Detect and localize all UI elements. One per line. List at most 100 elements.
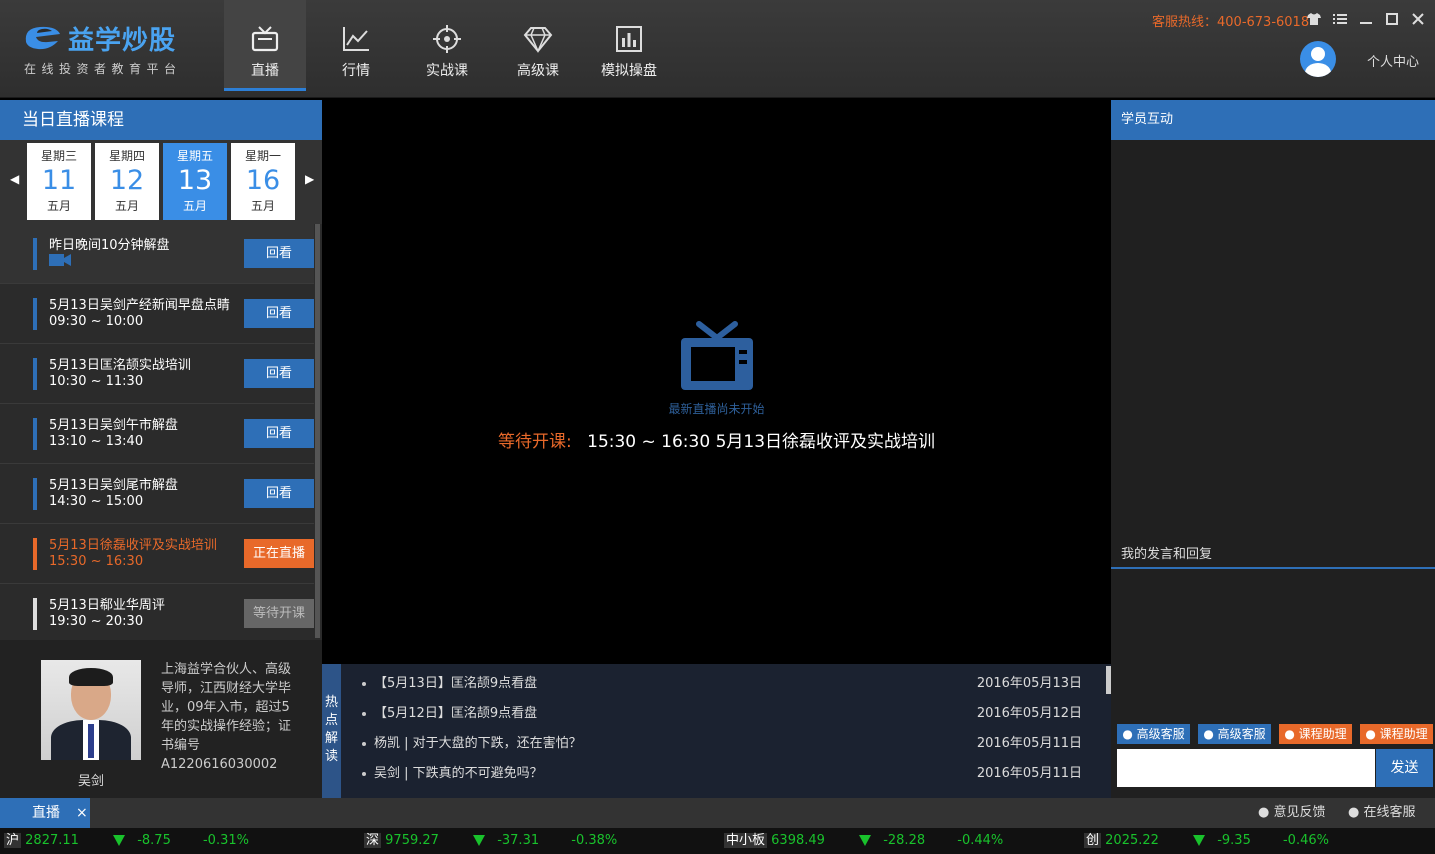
replay-button[interactable]: 回看: [244, 419, 314, 448]
service-button-label: 课程助理: [1379, 727, 1428, 741]
replay-button[interactable]: 回看: [244, 239, 314, 268]
course-item[interactable]: 5月13日吴剑午市解盘 13:10 ~ 13:40 回看: [0, 404, 314, 464]
app-logo[interactable]: 益学炒股 在线投资者教育平台: [22, 20, 202, 80]
hot-topic-item[interactable]: 【5月13日】匡洺颉9点看盘 2016年05月13日: [362, 669, 1102, 699]
minimize-icon[interactable]: [1357, 10, 1375, 28]
video-player[interactable]: 最新直播尚未开始 等待开课: 15:30 ~ 16:30 5月13日徐磊收评及实…: [322, 100, 1111, 664]
course-marker: [33, 298, 37, 330]
nav-practice[interactable]: 实战课: [406, 0, 488, 91]
hot-topics-tab[interactable]: 热点解读: [322, 664, 341, 798]
course-item[interactable]: 5月13日吴剑尾市解盘 14:30 ~ 15:00 回看: [0, 464, 314, 524]
user-center-link[interactable]: 个人中心: [1367, 51, 1419, 70]
nav-live[interactable]: 直播: [224, 0, 306, 91]
date-weekday: 星期五: [176, 149, 213, 163]
interaction-title: 学员互动: [1111, 100, 1435, 140]
down-arrow-icon: [1193, 835, 1206, 846]
date-prev-icon[interactable]: ◀: [10, 172, 19, 186]
online-service-label: 在线客服: [1363, 805, 1416, 820]
interaction-panel: 学员互动 我的发言和回复 ● 高级客服 ● 高级客服 ● 课程助理 ● 课程助理…: [1111, 100, 1435, 798]
replay-button[interactable]: 回看: [244, 359, 314, 388]
date-card[interactable]: 星期一 16 五月: [231, 143, 295, 220]
nav-simulate[interactable]: 模拟操盘: [588, 0, 670, 91]
course-assistant-button[interactable]: ● 课程助理: [1279, 724, 1352, 744]
chat-icon: ●: [1365, 727, 1376, 741]
logo-subtitle: 在线投资者教育平台: [24, 62, 182, 76]
ticker-item[interactable]: 创 2025.22 -9.35 -0.46%: [1084, 828, 1329, 854]
chat-icon: ●: [1203, 727, 1214, 741]
senior-service-button[interactable]: ● 高级客服: [1117, 724, 1190, 744]
hot-topic-title: 吴剑 | 下跌真的不可避免吗？: [374, 766, 543, 781]
course-list: 昨日晚间10分钟解盘 回看 5月13日吴剑产经新闻早盘点睛 09:30 ~ 10…: [0, 224, 322, 644]
course-time: 10:30 ~ 11:30: [49, 374, 144, 389]
hot-topic-item[interactable]: 【5月12日】匡洺颉9点看盘 2016年05月12日: [362, 699, 1102, 729]
hot-topic-item[interactable]: 吴剑 | 下跌真的不可避免吗？ 2016年05月11日: [362, 759, 1102, 789]
course-item-live[interactable]: 5月13日徐磊收评及实战培训 15:30 ~ 16:30 正在直播: [0, 524, 314, 584]
feedback-link[interactable]: ● 意见反馈: [1258, 798, 1326, 828]
course-item[interactable]: 昨日晚间10分钟解盘 回看: [0, 224, 314, 284]
ticker-item[interactable]: 沪 2827.11 -8.75 -0.31%: [4, 828, 249, 854]
course-title: 5月13日匡洺颉实战培训: [49, 358, 191, 373]
course-title: 5月13日郗业华周评: [49, 598, 165, 613]
date-day: 13: [177, 165, 213, 196]
course-panel: 当日直播课程 ◀ 星期三 11 五月 星期四 12 五月 星期五 13 五月 星…: [0, 100, 322, 798]
service-button-label: 高级客服: [1136, 727, 1185, 741]
crosshair-icon: [433, 25, 461, 53]
hot-topic-item[interactable]: 杨凯 | 对于大盘的下跌，还在害怕？ 2016年05月11日: [362, 729, 1102, 759]
senior-service-button[interactable]: ● 高级客服: [1198, 724, 1271, 744]
send-button[interactable]: 发送: [1376, 749, 1433, 787]
ticker-item[interactable]: 中小板 6398.49 -28.28 -0.44%: [724, 828, 1003, 854]
maximize-icon[interactable]: [1383, 10, 1401, 28]
course-time: 13:10 ~ 13:40: [49, 434, 144, 449]
my-replies-header[interactable]: 我的发言和回复: [1111, 543, 1435, 569]
nav-market[interactable]: 行情: [315, 0, 397, 91]
close-icon[interactable]: [1409, 10, 1427, 28]
nav-advanced[interactable]: 高级课: [497, 0, 579, 91]
index-value: 6398.49: [771, 833, 825, 848]
date-day: 16: [245, 165, 281, 196]
main-nav: 直播 行情 实战课 高级课 模拟操盘: [224, 0, 679, 91]
replay-button[interactable]: 回看: [244, 479, 314, 508]
course-item[interactable]: 5月13日吴剑产经新闻早盘点睛 09:30 ~ 10:00 回看: [0, 284, 314, 344]
service-hotline: 客服热线：400-673-6018: [1152, 15, 1310, 30]
course-title: 5月13日吴剑尾市解盘: [49, 478, 178, 493]
date-card-active[interactable]: 星期五 13 五月: [163, 143, 227, 220]
feedback-label: 意见反馈: [1273, 805, 1326, 820]
chat-input[interactable]: [1117, 749, 1375, 787]
index-name: 创: [1084, 833, 1102, 848]
course-title: 5月13日徐磊收评及实战培训: [49, 538, 217, 553]
skin-icon[interactable]: [1305, 10, 1323, 28]
course-time: 14:30 ~ 15:00: [49, 494, 144, 509]
index-value: 9759.27: [385, 833, 439, 848]
index-value: 2025.22: [1105, 833, 1159, 848]
date-next-icon[interactable]: ▶: [305, 172, 314, 186]
tab-close-icon[interactable]: ×: [76, 798, 88, 828]
service-button-label: 课程助理: [1298, 727, 1347, 741]
date-card[interactable]: 星期三 11 五月: [27, 143, 91, 220]
nav-market-label: 行情: [342, 63, 370, 79]
course-assistant-button[interactable]: ● 课程助理: [1360, 724, 1433, 744]
waiting-button[interactable]: 等待开课: [244, 599, 314, 628]
online-service-link[interactable]: ● 在线客服: [1348, 798, 1416, 828]
index-change-pct: -0.31%: [202, 833, 249, 848]
course-time: 09:30 ~ 10:00: [49, 314, 144, 329]
user-avatar[interactable]: [1300, 41, 1336, 77]
date-weekday: 星期三: [40, 149, 77, 163]
course-item-upcoming[interactable]: 5月13日郗业华周评 19:30 ~ 20:30 等待开课: [0, 584, 314, 644]
date-month: 五月: [182, 199, 207, 213]
ticker-item[interactable]: 深 9759.27 -37.31 -0.38%: [364, 828, 617, 854]
teacher-name: 吴剑: [77, 774, 104, 789]
course-title: 5月13日吴剑午市解盘: [49, 418, 178, 433]
menu-icon[interactable]: [1331, 10, 1349, 28]
index-value: 2827.11: [25, 833, 79, 848]
index-name: 中小板: [724, 833, 768, 848]
tv-placeholder-icon: [681, 321, 753, 390]
date-card[interactable]: 星期四 12 五月: [95, 143, 159, 220]
down-arrow-icon: [473, 835, 486, 846]
replay-button[interactable]: 回看: [244, 299, 314, 328]
live-now-button[interactable]: 正在直播: [244, 539, 314, 568]
course-list-scrollbar[interactable]: [315, 224, 320, 638]
course-item[interactable]: 5月13日匡洺颉实战培训 10:30 ~ 11:30 回看: [0, 344, 314, 404]
nav-advanced-label: 高级课: [517, 63, 559, 79]
date-month: 五月: [114, 199, 139, 213]
date-selector: ◀ 星期三 11 五月 星期四 12 五月 星期五 13 五月 星期一 16 五…: [0, 140, 322, 224]
